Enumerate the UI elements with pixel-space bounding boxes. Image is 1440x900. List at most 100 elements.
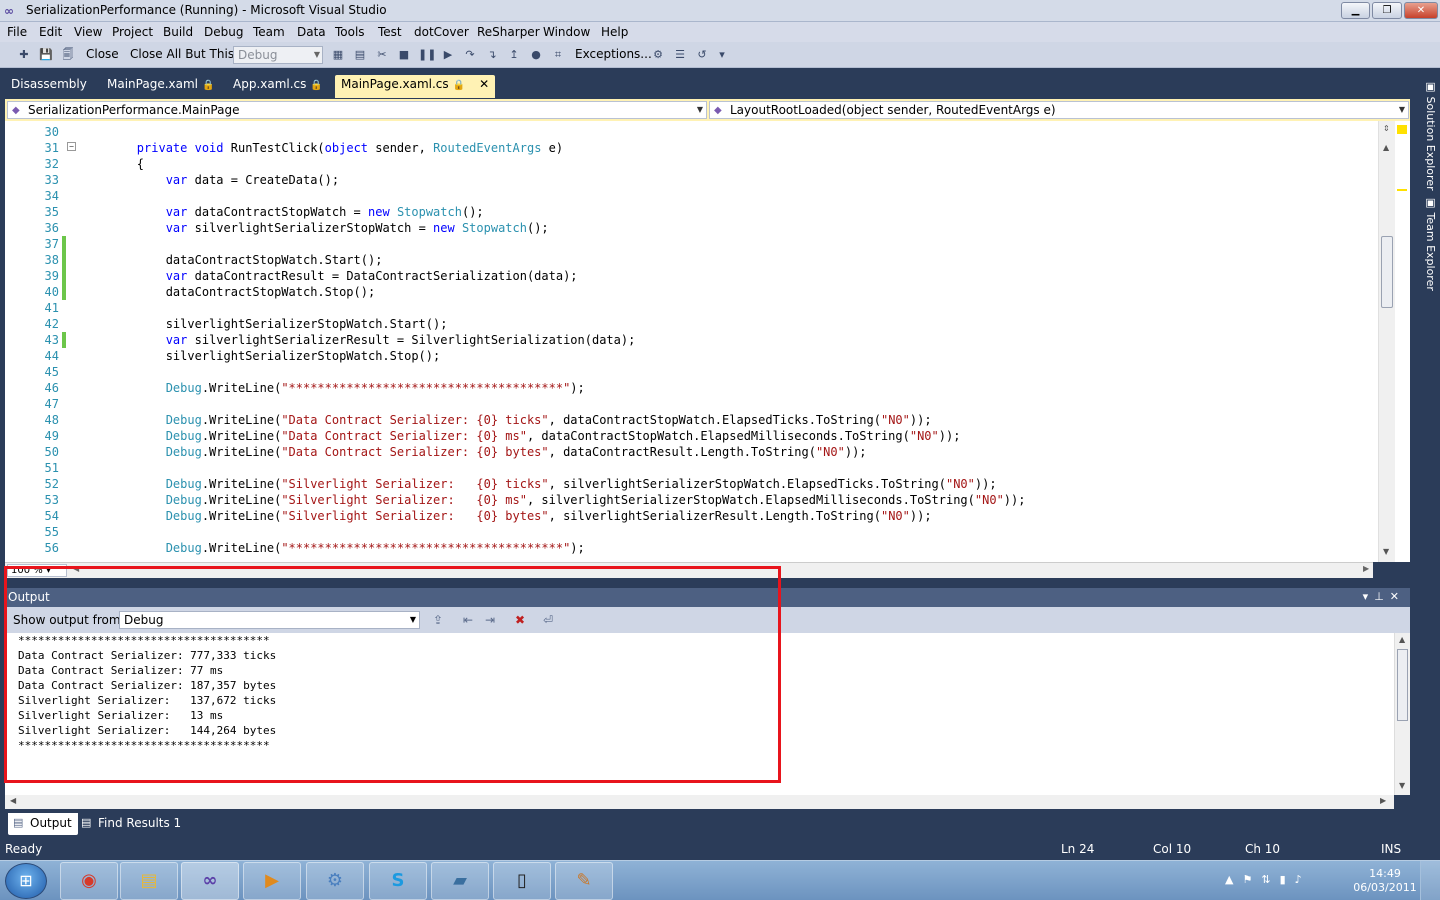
clock[interactable]: 14:49 06/03/2011 [1350, 867, 1420, 895]
member-combo[interactable]: ◆ LayoutRootLoaded(object sender, Routed… [709, 101, 1409, 119]
menu-file[interactable]: File [7, 25, 27, 39]
taskbar-chrome[interactable]: ◉ [60, 862, 118, 900]
taskbar-settings[interactable]: ⚙ [306, 862, 364, 900]
code-text[interactable]: Debug.WriteLine("Data Contract Serialize… [79, 428, 961, 444]
toolbar-options-icon[interactable]: ▾ [714, 47, 730, 63]
code-line[interactable]: 52 Debug.WriteLine("Silverlight Serializ… [5, 476, 1377, 492]
output-source-select[interactable]: Debug ▼ [119, 611, 420, 629]
code-line[interactable]: 43 var silverlightSerializerResult = Sil… [5, 332, 1377, 348]
save-all-icon[interactable]: 🗐 [60, 47, 76, 63]
code-text[interactable]: { [79, 156, 144, 172]
taskbar-media-player[interactable]: ▶ [243, 862, 301, 900]
find-previous-icon[interactable]: ⇤ [463, 613, 473, 627]
find-next-icon[interactable]: ⇥ [485, 613, 495, 627]
comment-icon[interactable]: ↺ [694, 47, 710, 63]
menu-edit[interactable]: Edit [39, 25, 62, 39]
output-text[interactable]: ************************************** Da… [5, 633, 1394, 795]
scroll-left-icon[interactable]: ◀ [10, 796, 16, 805]
scroll-thumb[interactable] [1397, 649, 1408, 721]
code-text[interactable]: Debug.WriteLine("Silverlight Serializer:… [79, 508, 932, 524]
scroll-right-icon[interactable]: ▶ [1380, 796, 1386, 805]
close-tab-icon[interactable]: ✕ [479, 77, 489, 91]
step-out-icon[interactable]: ↥ [506, 47, 522, 63]
new-item-icon[interactable]: ✚ [16, 47, 32, 63]
menu-help[interactable]: Help [601, 25, 628, 39]
save-icon[interactable]: 💾 [38, 47, 54, 63]
taskbar-visual-studio[interactable]: ∞ [181, 862, 239, 900]
network-icon[interactable]: ▮ [1280, 873, 1295, 886]
code-line[interactable]: 42 silverlightSerializerStopWatch.Start(… [5, 316, 1377, 332]
scroll-thumb[interactable] [1381, 236, 1393, 308]
code-line[interactable]: 48 Debug.WriteLine("Data Contract Serial… [5, 412, 1377, 428]
taskbar-paint[interactable]: ✎ [555, 862, 613, 900]
menu-debug[interactable]: Debug [204, 25, 243, 39]
tab-mainpage-xaml-cs[interactable]: MainPage.xaml.cs 🔒 ✕ [335, 75, 496, 98]
code-line[interactable]: 49 Debug.WriteLine("Data Contract Serial… [5, 428, 1377, 444]
code-text[interactable]: Debug.WriteLine("Silverlight Serializer:… [79, 492, 1026, 508]
code-text[interactable]: private void RunTestClick(object sender,… [79, 140, 563, 156]
code-line[interactable]: 51 [5, 460, 1377, 476]
scroll-up-icon[interactable]: ▲ [1383, 143, 1389, 152]
code-area[interactable]: 30 31 private void RunTestClick(object se… [5, 121, 1377, 562]
close-window-button[interactable]: ✕ [1404, 2, 1438, 19]
flag-icon[interactable]: ⚑ [1242, 873, 1261, 886]
code-text[interactable]: Debug.WriteLine("***********************… [79, 540, 585, 556]
show-hidden-icons-icon[interactable]: ▲ [1225, 873, 1242, 886]
code-line[interactable]: 36 var silverlightSerializerStopWatch = … [5, 220, 1377, 236]
code-text[interactable]: silverlightSerializerStopWatch.Start(); [79, 316, 448, 332]
code-line[interactable]: 34 [5, 188, 1377, 204]
watch-icon[interactable]: ▤ [352, 47, 368, 63]
menu-project[interactable]: Project [112, 25, 153, 39]
maximize-button[interactable]: ❐ [1372, 2, 1402, 19]
menu-view[interactable]: View [74, 25, 102, 39]
code-line[interactable]: 38 dataContractStopWatch.Start(); [5, 252, 1377, 268]
start-button[interactable]: ⊞ [5, 863, 47, 899]
scroll-down-icon[interactable]: ▼ [1383, 547, 1389, 556]
menu-resharper[interactable]: ReSharper [477, 25, 540, 39]
code-line[interactable]: 37 [5, 236, 1377, 252]
zoom-combo[interactable]: 100 % ▾ [7, 564, 67, 577]
exceptions-button[interactable]: Exceptions... [575, 47, 652, 61]
taskbar-notepad[interactable]: ▰ [431, 862, 489, 900]
type-combo[interactable]: ◆ SerializationPerformance.MainPage ▼ [7, 101, 707, 119]
code-text[interactable]: Debug.WriteLine("***********************… [79, 380, 585, 396]
close-pane-icon[interactable]: ✕ [1390, 590, 1405, 603]
code-text[interactable]: silverlightSerializerStopWatch.Stop(); [79, 348, 441, 364]
code-line[interactable]: 41 [5, 300, 1377, 316]
code-text[interactable]: dataContractStopWatch.Stop(); [79, 284, 376, 300]
code-line[interactable]: 31 private void RunTestClick(object send… [5, 140, 1377, 156]
code-line[interactable]: 53 Debug.WriteLine("Silverlight Serializ… [5, 492, 1377, 508]
code-text[interactable]: var dataContractResult = DataContractSer… [79, 268, 578, 284]
step-over-icon[interactable]: ↷ [462, 47, 478, 63]
menu-tools[interactable]: Tools [335, 25, 365, 39]
go-to-source-icon[interactable]: ⇪ [433, 613, 443, 627]
code-line[interactable]: 32 { [5, 156, 1377, 172]
editor-horizontal-scrollbar[interactable]: 100 % ▾ ◀ ▶ [5, 562, 1373, 578]
code-line[interactable]: 33 var data = CreateData(); [5, 172, 1377, 188]
close-button[interactable]: Close [86, 47, 119, 61]
menu-data[interactable]: Data [297, 25, 326, 39]
step-into-icon[interactable]: ↴ [484, 47, 500, 63]
solution-configuration-combo[interactable]: Debug ▼ [233, 46, 323, 64]
scroll-down-icon[interactable]: ▼ [1399, 781, 1405, 790]
scroll-right-icon[interactable]: ▶ [1363, 564, 1369, 573]
scroll-left-icon[interactable]: ◀ [73, 564, 79, 573]
menu-dotcover[interactable]: dotCover [414, 25, 469, 39]
side-tab-solution-explorer[interactable]: ▣ Solution Explorer [1421, 80, 1437, 191]
code-line[interactable]: 35 var dataContractStopWatch = new Stopw… [5, 204, 1377, 220]
code-text[interactable]: Debug.WriteLine("Data Contract Serialize… [79, 412, 932, 428]
attach-process-icon[interactable]: ⚙ [650, 47, 666, 63]
code-line[interactable]: 39 var dataContractResult = DataContract… [5, 268, 1377, 284]
code-text[interactable]: var dataContractStopWatch = new Stopwatc… [79, 204, 484, 220]
breakpoint-icon[interactable]: ● [528, 47, 544, 63]
collapse-region-icon[interactable]: − [67, 142, 76, 151]
continue-icon[interactable]: ▶ [440, 47, 456, 63]
code-line[interactable]: 44 silverlightSerializerStopWatch.Stop()… [5, 348, 1377, 364]
menu-test[interactable]: Test [378, 25, 402, 39]
show-desktop-button[interactable] [1420, 861, 1440, 900]
clear-all-icon[interactable]: ✖ [515, 613, 525, 627]
code-line[interactable]: 30 [5, 124, 1377, 140]
sync-icon[interactable]: ⇅ [1261, 873, 1279, 886]
code-line[interactable]: 45 [5, 364, 1377, 380]
output-horizontal-scrollbar[interactable]: ◀ ▶ [5, 795, 1394, 809]
